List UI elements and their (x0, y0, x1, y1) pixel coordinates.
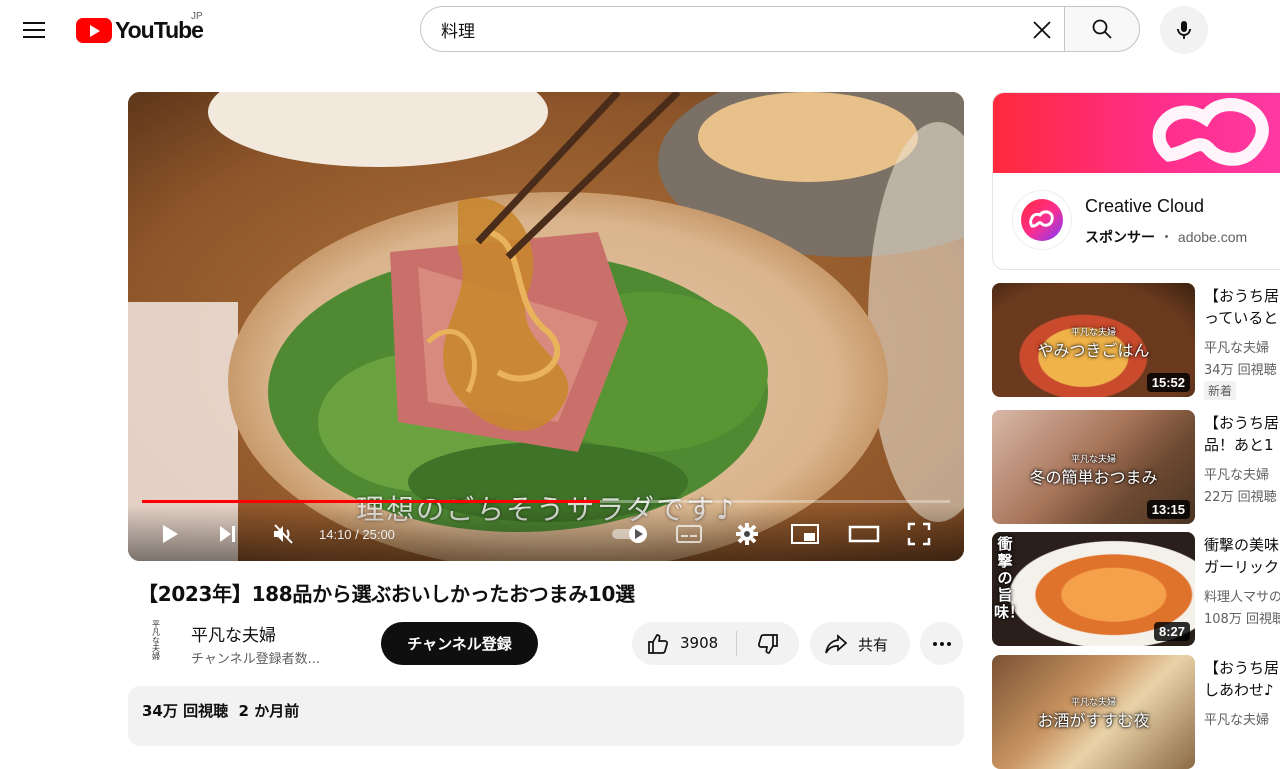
subscribe-button[interactable]: チャンネル登録 (381, 622, 538, 665)
miniplayer-icon[interactable] (790, 519, 820, 549)
recommendation-title: 【おうち居 しあわせ♪ (1204, 657, 1280, 701)
title-line-2: っていると (1204, 309, 1279, 327)
like-button[interactable]: 3908 (632, 622, 736, 665)
clear-search-icon[interactable] (1026, 14, 1058, 46)
recommendation-title: 衝撃の美味 ガーリック (1204, 534, 1280, 578)
next-video-icon[interactable] (212, 519, 242, 549)
video-title: 【2023年】188品から選ぶおいしかったおつまみ10選 (138, 582, 635, 606)
recommendation-channel: 平凡な夫婦 (1204, 468, 1270, 483)
logo-region: JP (191, 11, 203, 22)
views-and-date: 34万 回視聴 2 か月前 (142, 702, 300, 720)
thumbs-up-icon (648, 634, 668, 654)
share-button[interactable]: 共有 (810, 622, 910, 665)
recommendation-item[interactable]: 衝撃の旨味！ 8:27 衝撃の美味 ガーリック 料理人マサの 108万 回視聴 (992, 532, 1280, 646)
channel-name[interactable]: 平凡な夫婦 (191, 621, 276, 646)
dislike-button[interactable] (737, 622, 799, 665)
theater-mode-icon[interactable] (846, 519, 882, 549)
title-line-2: 品！あと1 (1204, 436, 1274, 454)
progress-bar-played (142, 500, 601, 503)
share-label: 共有 (858, 636, 889, 654)
title-line-1: 衝撃の美味 (1204, 536, 1280, 554)
recommendation-item[interactable]: 平凡な夫婦 冬の簡単おつまみ 13:15 【おうち居 品！あと1 平凡な夫婦 2… (992, 410, 1280, 524)
youtube-logo[interactable]: YouTube (76, 16, 204, 44)
creative-cloud-logo-icon (1013, 191, 1071, 249)
video-duration: 13:15 (1146, 500, 1190, 519)
sponsored-ad-card[interactable]: Creative Cloud スポンサー ・ adobe.com (992, 92, 1280, 270)
title-line-1: 【おうち居 (1204, 414, 1280, 432)
title-line-1: 【おうち居 (1204, 659, 1280, 677)
youtube-play-logo-icon (76, 17, 112, 43)
channel-avatar[interactable]: 平凡な夫婦 (134, 618, 178, 662)
ad-domain: adobe.com (1177, 229, 1248, 245)
microphone-icon (1177, 21, 1191, 39)
search-button[interactable] (1064, 6, 1140, 52)
mute-icon[interactable] (268, 519, 298, 549)
title-line-1: 【おうち居 (1204, 287, 1280, 305)
title-line-2: しあわせ♪ (1204, 681, 1274, 699)
video-duration: 15:52 (1146, 373, 1190, 392)
playback-time: 14:10 / 25:00 (319, 527, 395, 542)
avatar-text: 平凡な夫婦 (151, 620, 161, 660)
share-icon (825, 634, 848, 654)
autoplay-toggle[interactable] (608, 519, 652, 549)
video-player[interactable]: 理想のごちそうサラダです♪ 14:10 / 25:00 (128, 92, 964, 561)
menu-icon[interactable] (16, 12, 52, 48)
settings-gear-icon[interactable] (732, 519, 762, 549)
subscriber-count: チャンネル登録者数... (191, 652, 321, 667)
title-line-2: ガーリック (1204, 558, 1280, 576)
thumbnail-caption: 冬の簡単おつまみ (1029, 468, 1158, 487)
progress-bar[interactable] (142, 500, 950, 503)
thumbnail-caption: 衝撃の旨味！ (994, 535, 1025, 621)
voice-search-button[interactable] (1160, 6, 1208, 54)
recommendation-item[interactable]: 平凡な夫婦 やみつきごはん 15:52 【おうち居 っていると 平凡な夫婦 34… (992, 283, 1280, 400)
recommendation-title: 【おうち居 っていると (1204, 285, 1280, 329)
recommendation-thumbnail: 平凡な夫婦 お酒がすすむ夜 (992, 655, 1195, 769)
thumbnail-caption: お酒がすすむ夜 (1037, 711, 1150, 730)
recommendation-views: 108万 回視聴 (1204, 612, 1280, 627)
recommendation-channel: 料理人マサの (1204, 590, 1280, 605)
recommendation-thumbnail: 平凡な夫婦 冬の簡単おつまみ 13:15 (992, 410, 1195, 524)
ad-sponsor-label: スポンサー (1085, 230, 1155, 246)
ad-title: Creative Cloud (1085, 196, 1205, 216)
search-icon (1092, 19, 1112, 39)
ad-banner (993, 93, 1280, 173)
more-actions-icon[interactable] (920, 622, 963, 665)
ad-separator: ・ (1159, 230, 1174, 246)
play-icon[interactable] (154, 519, 184, 549)
new-badge: 新着 (1204, 381, 1237, 400)
subtitles-icon[interactable] (674, 519, 704, 549)
thumbnail-caption: やみつきごはん (1037, 341, 1150, 360)
like-dislike-group: 3908 (632, 622, 799, 665)
recommendation-channel: 平凡な夫婦 (1204, 713, 1270, 728)
fullscreen-icon[interactable] (904, 519, 934, 549)
description-box[interactable]: 34万 回視聴 2 か月前 (128, 686, 964, 746)
recommendation-views: 34万 回視聴 (1204, 363, 1277, 378)
logo-text: YouTube (115, 16, 204, 43)
recommendation-channel: 平凡な夫婦 (1204, 341, 1270, 356)
recommendation-title: 【おうち居 品！あと1 (1204, 412, 1280, 456)
search-input[interactable] (439, 18, 1003, 40)
thumbs-down-icon (758, 633, 778, 654)
player-controls: 14:10 / 25:00 (128, 505, 964, 561)
recommendation-thumbnail: 平凡な夫婦 やみつきごはん 15:52 (992, 283, 1195, 397)
ad-sponsor-line: スポンサー ・ adobe.com (1085, 227, 1247, 247)
video-duration: 8:27 (1153, 622, 1190, 641)
recommendation-views: 22万 回視聴 (1204, 490, 1277, 505)
search-box (420, 6, 1064, 52)
like-count: 3908 (680, 634, 719, 652)
recommendation-item[interactable]: 平凡な夫婦 お酒がすすむ夜 【おうち居 しあわせ♪ 平凡な夫婦 (992, 655, 1280, 769)
recommendation-thumbnail: 衝撃の旨味！ 8:27 (992, 532, 1195, 646)
